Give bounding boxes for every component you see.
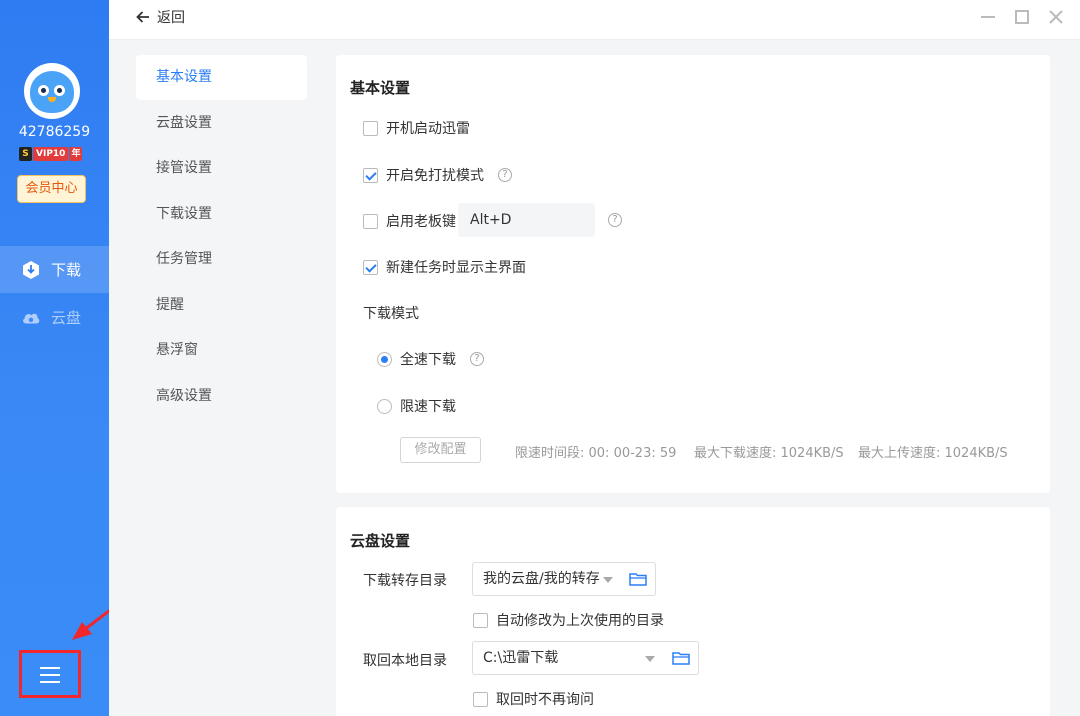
title-bar: 返回 bbox=[109, 0, 1080, 40]
menu-floating-window[interactable]: 悬浮窗 bbox=[136, 328, 307, 373]
nav-cloud-label: 云盘 bbox=[51, 309, 82, 327]
scrollbar[interactable] bbox=[1074, 41, 1080, 716]
chevron-down-icon bbox=[645, 656, 655, 662]
back-button[interactable]: 返回 bbox=[135, 7, 185, 27]
auto-modify-option[interactable]: 自动修改为上次使用的目录 bbox=[473, 610, 664, 630]
menu-advanced-settings[interactable]: 高级设置 bbox=[136, 374, 307, 419]
cloud-settings-card bbox=[336, 507, 1050, 716]
minimize-icon[interactable] bbox=[979, 8, 997, 26]
menu-reminder[interactable]: 提醒 bbox=[136, 283, 307, 328]
vip-s-icon: S bbox=[19, 147, 32, 161]
transfer-dir-select[interactable]: 我的云盘/我的转存 bbox=[472, 562, 656, 596]
dnd-checkbox[interactable] bbox=[363, 167, 378, 183]
limit-upload-text: 最大上传速度: 1024KB/S bbox=[858, 446, 1008, 461]
full-speed-label: 全速下载 bbox=[400, 352, 456, 368]
menu-takeover-settings[interactable]: 接管设置 bbox=[136, 146, 307, 191]
startup-option[interactable]: 开机启动迅雷 bbox=[363, 118, 470, 138]
close-icon[interactable] bbox=[1047, 8, 1065, 26]
menu-task-management[interactable]: 任务管理 bbox=[136, 237, 307, 282]
folder-icon[interactable] bbox=[629, 572, 647, 586]
vip-badge: S VIP10 年 bbox=[19, 147, 83, 161]
no-ask-label: 取回时不再询问 bbox=[496, 692, 594, 708]
basic-settings-title: 基本设置 bbox=[350, 79, 411, 97]
cloud-icon bbox=[23, 313, 40, 323]
limit-download-text: 最大下载速度: 1024KB/S bbox=[694, 446, 844, 461]
limited-speed-label: 限速下载 bbox=[400, 399, 456, 415]
download-mode-label: 下载模式 bbox=[363, 306, 419, 322]
settings-menu: 基本设置 云盘设置 接管设置 下载设置 任务管理 提醒 悬浮窗 高级设置 bbox=[109, 41, 323, 716]
menu-basic-settings[interactable]: 基本设置 bbox=[136, 55, 307, 100]
no-ask-option[interactable]: 取回时不再询问 bbox=[473, 689, 594, 709]
local-dir-label: 取回本地目录 bbox=[363, 653, 447, 669]
dnd-help-icon[interactable]: ? bbox=[498, 168, 512, 182]
transfer-dir-value: 我的云盘/我的转存 bbox=[483, 571, 600, 587]
boss-key-label: 启用老板键 bbox=[386, 214, 456, 230]
nav-cloud[interactable]: 云盘 bbox=[0, 294, 109, 341]
user-id: 42786259 bbox=[18, 124, 91, 140]
folder-icon[interactable] bbox=[672, 651, 690, 665]
full-speed-option[interactable]: 全速下载 ? bbox=[377, 349, 484, 369]
nav-download[interactable]: 下载 bbox=[0, 246, 109, 293]
app-sidebar: 42786259 S VIP10 年 会员中心 下载 云盘 bbox=[0, 0, 173, 716]
show-main-checkbox[interactable] bbox=[363, 259, 378, 275]
boss-key-checkbox[interactable] bbox=[363, 213, 378, 229]
boss-key-help-icon[interactable]: ? bbox=[608, 213, 622, 227]
no-ask-checkbox[interactable] bbox=[473, 691, 488, 707]
cloud-settings-title: 云盘设置 bbox=[350, 532, 411, 550]
dnd-label: 开启免打扰模式 bbox=[386, 168, 484, 184]
boss-key-option[interactable]: 启用老板键 bbox=[363, 211, 456, 231]
annotation-highlight-box bbox=[19, 650, 81, 698]
auto-modify-checkbox[interactable] bbox=[473, 612, 488, 628]
vip-period: 年 bbox=[69, 147, 83, 161]
chevron-down-icon bbox=[603, 577, 613, 583]
startup-label: 开机启动迅雷 bbox=[386, 121, 470, 137]
boss-key-input[interactable]: Alt+D bbox=[458, 203, 595, 237]
local-dir-select[interactable]: C:\迅雷下载 bbox=[472, 641, 699, 675]
nav-download-label: 下载 bbox=[51, 261, 82, 279]
transfer-dir-label: 下载转存目录 bbox=[363, 573, 447, 589]
startup-checkbox[interactable] bbox=[363, 120, 378, 136]
auto-modify-label: 自动修改为上次使用的目录 bbox=[496, 613, 664, 629]
menu-cloud-settings[interactable]: 云盘设置 bbox=[136, 101, 307, 146]
show-main-option[interactable]: 新建任务时显示主界面 bbox=[363, 257, 526, 277]
modify-config-button[interactable]: 修改配置 bbox=[400, 437, 481, 463]
avatar[interactable] bbox=[24, 63, 80, 119]
full-speed-help-icon[interactable]: ? bbox=[470, 352, 484, 366]
maximize-icon[interactable] bbox=[1013, 8, 1031, 26]
back-label: 返回 bbox=[157, 10, 185, 26]
limited-speed-option[interactable]: 限速下载 bbox=[377, 396, 456, 416]
arrow-left-icon bbox=[136, 11, 149, 23]
dnd-option[interactable]: 开启免打扰模式 ? bbox=[363, 165, 512, 185]
show-main-label: 新建任务时显示主界面 bbox=[386, 260, 526, 276]
local-dir-value: C:\迅雷下载 bbox=[483, 650, 559, 666]
full-speed-radio[interactable] bbox=[377, 351, 392, 367]
member-center-button[interactable]: 会员中心 bbox=[17, 175, 86, 203]
limited-speed-radio[interactable] bbox=[377, 398, 392, 414]
download-icon bbox=[23, 260, 39, 279]
vip-level: VIP10 bbox=[33, 147, 69, 161]
limit-period-text: 限速时间段: 00: 00-23: 59 bbox=[515, 446, 677, 461]
menu-download-settings[interactable]: 下载设置 bbox=[136, 192, 307, 237]
